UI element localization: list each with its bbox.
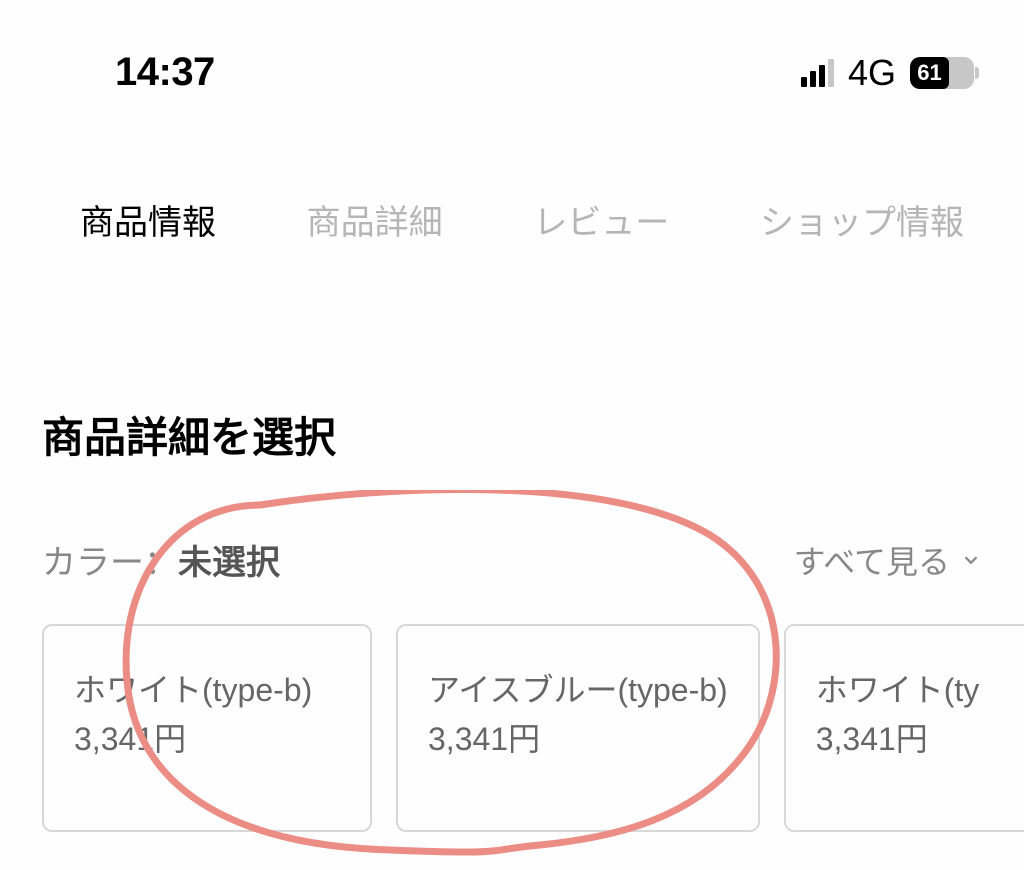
option-name: アイスブルー(type-b) (428, 666, 728, 714)
battery-percent: 61 (917, 60, 941, 86)
signal-icon (801, 59, 834, 87)
section-title: 商品詳細を選択 (0, 274, 1024, 465)
tab-reviews[interactable]: レビュー (533, 195, 669, 244)
tab-product-info[interactable]: 商品情報 (80, 195, 216, 244)
option-card[interactable]: アイスブルー(type-b) 3,341円 (396, 624, 760, 832)
chevron-down-icon (960, 549, 982, 571)
color-options: ホワイト(type-b) 3,341円 アイスブルー(type-b) 3,341… (0, 584, 1024, 832)
tab-product-details[interactable]: 商品詳細 (307, 195, 443, 244)
view-all-label: すべて見る (794, 537, 950, 583)
status-right: 4G 61 (801, 52, 974, 94)
status-bar: 14:37 4G 61 (0, 0, 1024, 125)
tabs: 商品情報 商品詳細 レビュー ショップ情報 (0, 125, 1024, 274)
option-card[interactable]: ホワイト(type-b) 3,341円 (42, 624, 372, 832)
option-price: 3,341円 (816, 714, 1024, 760)
battery-icon: 61 (910, 57, 974, 89)
option-price: 3,341円 (74, 714, 340, 760)
option-card[interactable]: ホワイト(ty 3,341円 (784, 624, 1024, 832)
color-selected: 未選択 (178, 544, 280, 582)
network-label: 4G (848, 52, 896, 94)
color-label: カラー： (42, 544, 178, 582)
option-price: 3,341円 (428, 714, 728, 760)
option-name: ホワイト(ty (816, 666, 1024, 714)
view-all-button[interactable]: すべて見る (794, 537, 982, 583)
color-row: カラー：未選択 すべて見る (0, 465, 1024, 584)
option-name: ホワイト(type-b) (74, 666, 340, 714)
status-time: 14:37 (115, 50, 215, 95)
color-label-wrap: カラー：未選択 (42, 535, 280, 584)
tab-shop-info[interactable]: ショップ情報 (760, 195, 964, 244)
